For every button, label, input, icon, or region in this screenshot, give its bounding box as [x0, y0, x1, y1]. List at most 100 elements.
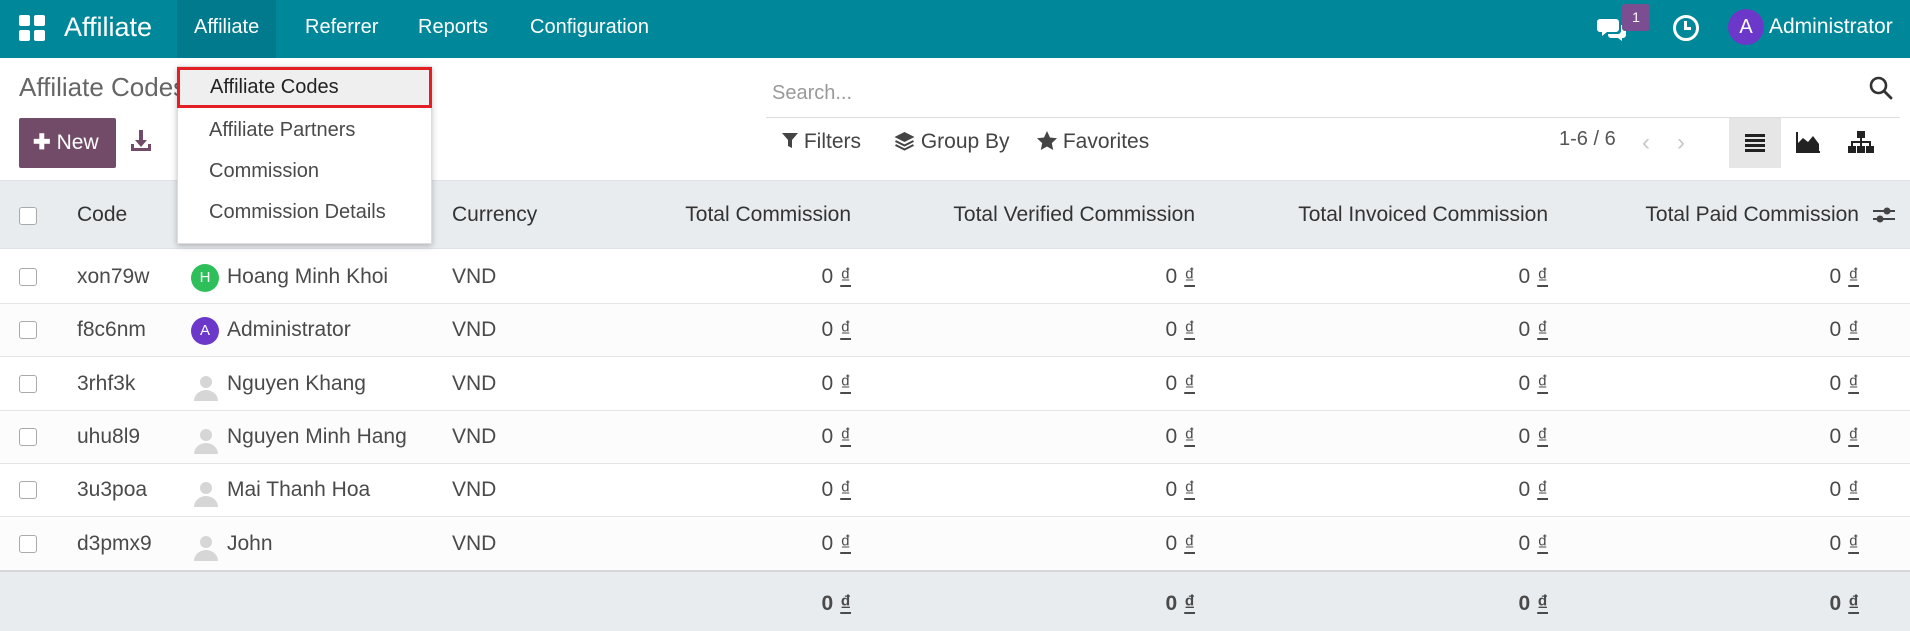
total-paid-commission-cell: 0 ₫	[1829, 265, 1859, 288]
column-total-invoiced-commission[interactable]: Total Invoiced Commission	[1220, 181, 1548, 250]
group-by-label: Group By	[920, 130, 1010, 153]
total-verified-commission-cell: 0 ₫	[1165, 265, 1195, 288]
new-button[interactable]: ✚ New	[19, 118, 116, 168]
favorites-label: Favorites	[1062, 130, 1150, 153]
total-commission-cell: 0 ₫	[821, 318, 851, 341]
sum-total-verified-commission: 0 ₫	[1165, 592, 1195, 615]
sum-total-invoiced-commission: 0 ₫	[1518, 592, 1548, 615]
user-avatar[interactable]: A	[1728, 9, 1764, 45]
code-cell: 3u3poa	[77, 478, 148, 501]
total-invoiced-commission-cell: 0 ₫	[1518, 372, 1548, 395]
menu-affiliate[interactable]: Affiliate	[177, 0, 277, 58]
new-button-label: New	[56, 131, 99, 154]
column-total-commission[interactable]: Total Commission	[600, 181, 851, 250]
currency-cell: VND	[452, 372, 497, 395]
partner-cell: Nguyen Khang	[227, 372, 366, 395]
partner-avatar: H	[191, 264, 219, 292]
partner-placeholder-avatar-icon	[194, 482, 218, 507]
total-verified-commission-cell: 0 ₫	[1165, 532, 1195, 555]
table-row[interactable]: xon79w H Hoang Minh Khoi VND 0 ₫ 0 ₫ 0 ₫ 0 ₫	[0, 251, 1910, 304]
column-code[interactable]: Code	[77, 181, 127, 250]
favorites-button[interactable]: Favorites	[1037, 126, 1149, 158]
total-paid-commission-cell: 0 ₫	[1829, 425, 1859, 448]
total-commission-cell: 0 ₫	[821, 425, 851, 448]
menu-referrer[interactable]: Referrer	[288, 0, 395, 58]
graph-view-button[interactable]	[1782, 118, 1834, 168]
filter-icon	[782, 133, 798, 148]
select-all-checkbox[interactable]	[19, 207, 37, 225]
menu-item-commission-details[interactable]: Commission Details	[178, 192, 431, 232]
menu-configuration[interactable]: Configuration	[513, 0, 666, 58]
table-row[interactable]: uhu8l9 Nguyen Minh Hang VND 0 ₫ 0 ₫ 0 ₫ 0 ₫	[0, 411, 1910, 464]
currency-cell: VND	[452, 318, 497, 341]
code-cell: xon79w	[77, 265, 150, 288]
row-checkbox[interactable]	[19, 481, 37, 499]
total-paid-commission-cell: 0 ₫	[1829, 318, 1859, 341]
table-row[interactable]: f8c6nm A Administrator VND 0 ₫ 0 ₫ 0 ₫ 0 ₫	[0, 304, 1910, 357]
partner-cell: Administrator	[227, 318, 351, 341]
menu-item-commission[interactable]: Commission	[178, 151, 431, 191]
row-checkbox[interactable]	[19, 268, 37, 286]
total-verified-commission-cell: 0 ₫	[1165, 372, 1195, 395]
user-menu[interactable]: Administrator	[1769, 0, 1893, 58]
column-currency[interactable]: Currency	[452, 181, 537, 250]
plus-icon: ✚	[33, 131, 51, 154]
row-checkbox[interactable]	[19, 535, 37, 553]
partner-placeholder-avatar-icon	[194, 429, 218, 454]
total-verified-commission-cell: 0 ₫	[1165, 318, 1195, 341]
app-brand[interactable]: Affiliate	[64, 0, 152, 58]
activity-clock-icon[interactable]	[1673, 15, 1699, 41]
partner-placeholder-avatar-icon	[194, 376, 218, 401]
menu-item-affiliate-partners[interactable]: Affiliate Partners	[178, 110, 431, 150]
page-title: Affiliate Codes	[19, 72, 187, 102]
total-paid-commission-cell: 0 ₫	[1829, 532, 1859, 555]
filters-button[interactable]: Filters	[782, 126, 861, 158]
column-total-verified-commission[interactable]: Total Verified Commission	[870, 181, 1195, 250]
total-invoiced-commission-cell: 0 ₫	[1518, 318, 1548, 341]
pager-value[interactable]: 1-6 / 6	[1559, 128, 1616, 151]
code-cell: f8c6nm	[77, 318, 146, 341]
star-icon	[1037, 131, 1057, 150]
download-icon[interactable]	[128, 128, 154, 154]
chat-count-badge: 1	[1622, 4, 1650, 31]
search-bar	[766, 68, 1900, 118]
partner-cell: Nguyen Minh Hang	[227, 425, 407, 448]
total-commission-cell: 0 ₫	[821, 372, 851, 395]
partner-placeholder-avatar-icon	[194, 536, 218, 561]
pager-previous-icon[interactable]: ‹	[1642, 129, 1650, 157]
row-checkbox[interactable]	[19, 321, 37, 339]
pager-next-icon[interactable]: ›	[1677, 129, 1685, 157]
table-row[interactable]: d3pmx9 John VND 0 ₫ 0 ₫ 0 ₫ 0 ₫	[0, 518, 1910, 571]
code-cell: d3pmx9	[77, 532, 152, 555]
row-checkbox[interactable]	[19, 375, 37, 393]
currency-cell: VND	[452, 478, 497, 501]
optional-columns-icon[interactable]	[1872, 204, 1896, 226]
list-view-button[interactable]	[1729, 118, 1781, 168]
menu-reports[interactable]: Reports	[401, 0, 505, 58]
partner-cell: Mai Thanh Hoa	[227, 478, 371, 501]
total-paid-commission-cell: 0 ₫	[1829, 478, 1859, 501]
total-paid-commission-cell: 0 ₫	[1829, 372, 1859, 395]
hierarchy-view-button[interactable]	[1835, 118, 1887, 168]
apps-menu-icon[interactable]	[19, 15, 47, 43]
filters-label: Filters	[803, 130, 862, 153]
table-row[interactable]: 3rhf3k Nguyen Khang VND 0 ₫ 0 ₫ 0 ₫ 0 ₫	[0, 358, 1910, 411]
list-view-icon	[1745, 134, 1765, 152]
total-invoiced-commission-cell: 0 ₫	[1518, 478, 1548, 501]
area-chart-icon	[1796, 132, 1820, 153]
group-by-button[interactable]: Group By	[894, 126, 1010, 158]
table-row[interactable]: 3u3poa Mai Thanh Hoa VND 0 ₫ 0 ₫ 0 ₫ 0 ₫	[0, 464, 1910, 517]
search-input[interactable]	[772, 76, 1772, 110]
menu-item-affiliate-codes[interactable]: Affiliate Codes	[177, 67, 432, 108]
currency-cell: VND	[452, 265, 497, 288]
currency-cell: VND	[452, 425, 497, 448]
total-commission-cell: 0 ₫	[821, 265, 851, 288]
currency-cell: VND	[452, 532, 497, 555]
layers-icon	[894, 132, 915, 151]
column-total-paid-commission[interactable]: Total Paid Commission	[1560, 181, 1859, 250]
sum-total-commission: 0 ₫	[821, 592, 851, 615]
code-cell: uhu8l9	[77, 425, 141, 448]
row-checkbox[interactable]	[19, 428, 37, 446]
partner-avatar: A	[191, 317, 219, 345]
search-icon[interactable]	[1868, 75, 1894, 101]
